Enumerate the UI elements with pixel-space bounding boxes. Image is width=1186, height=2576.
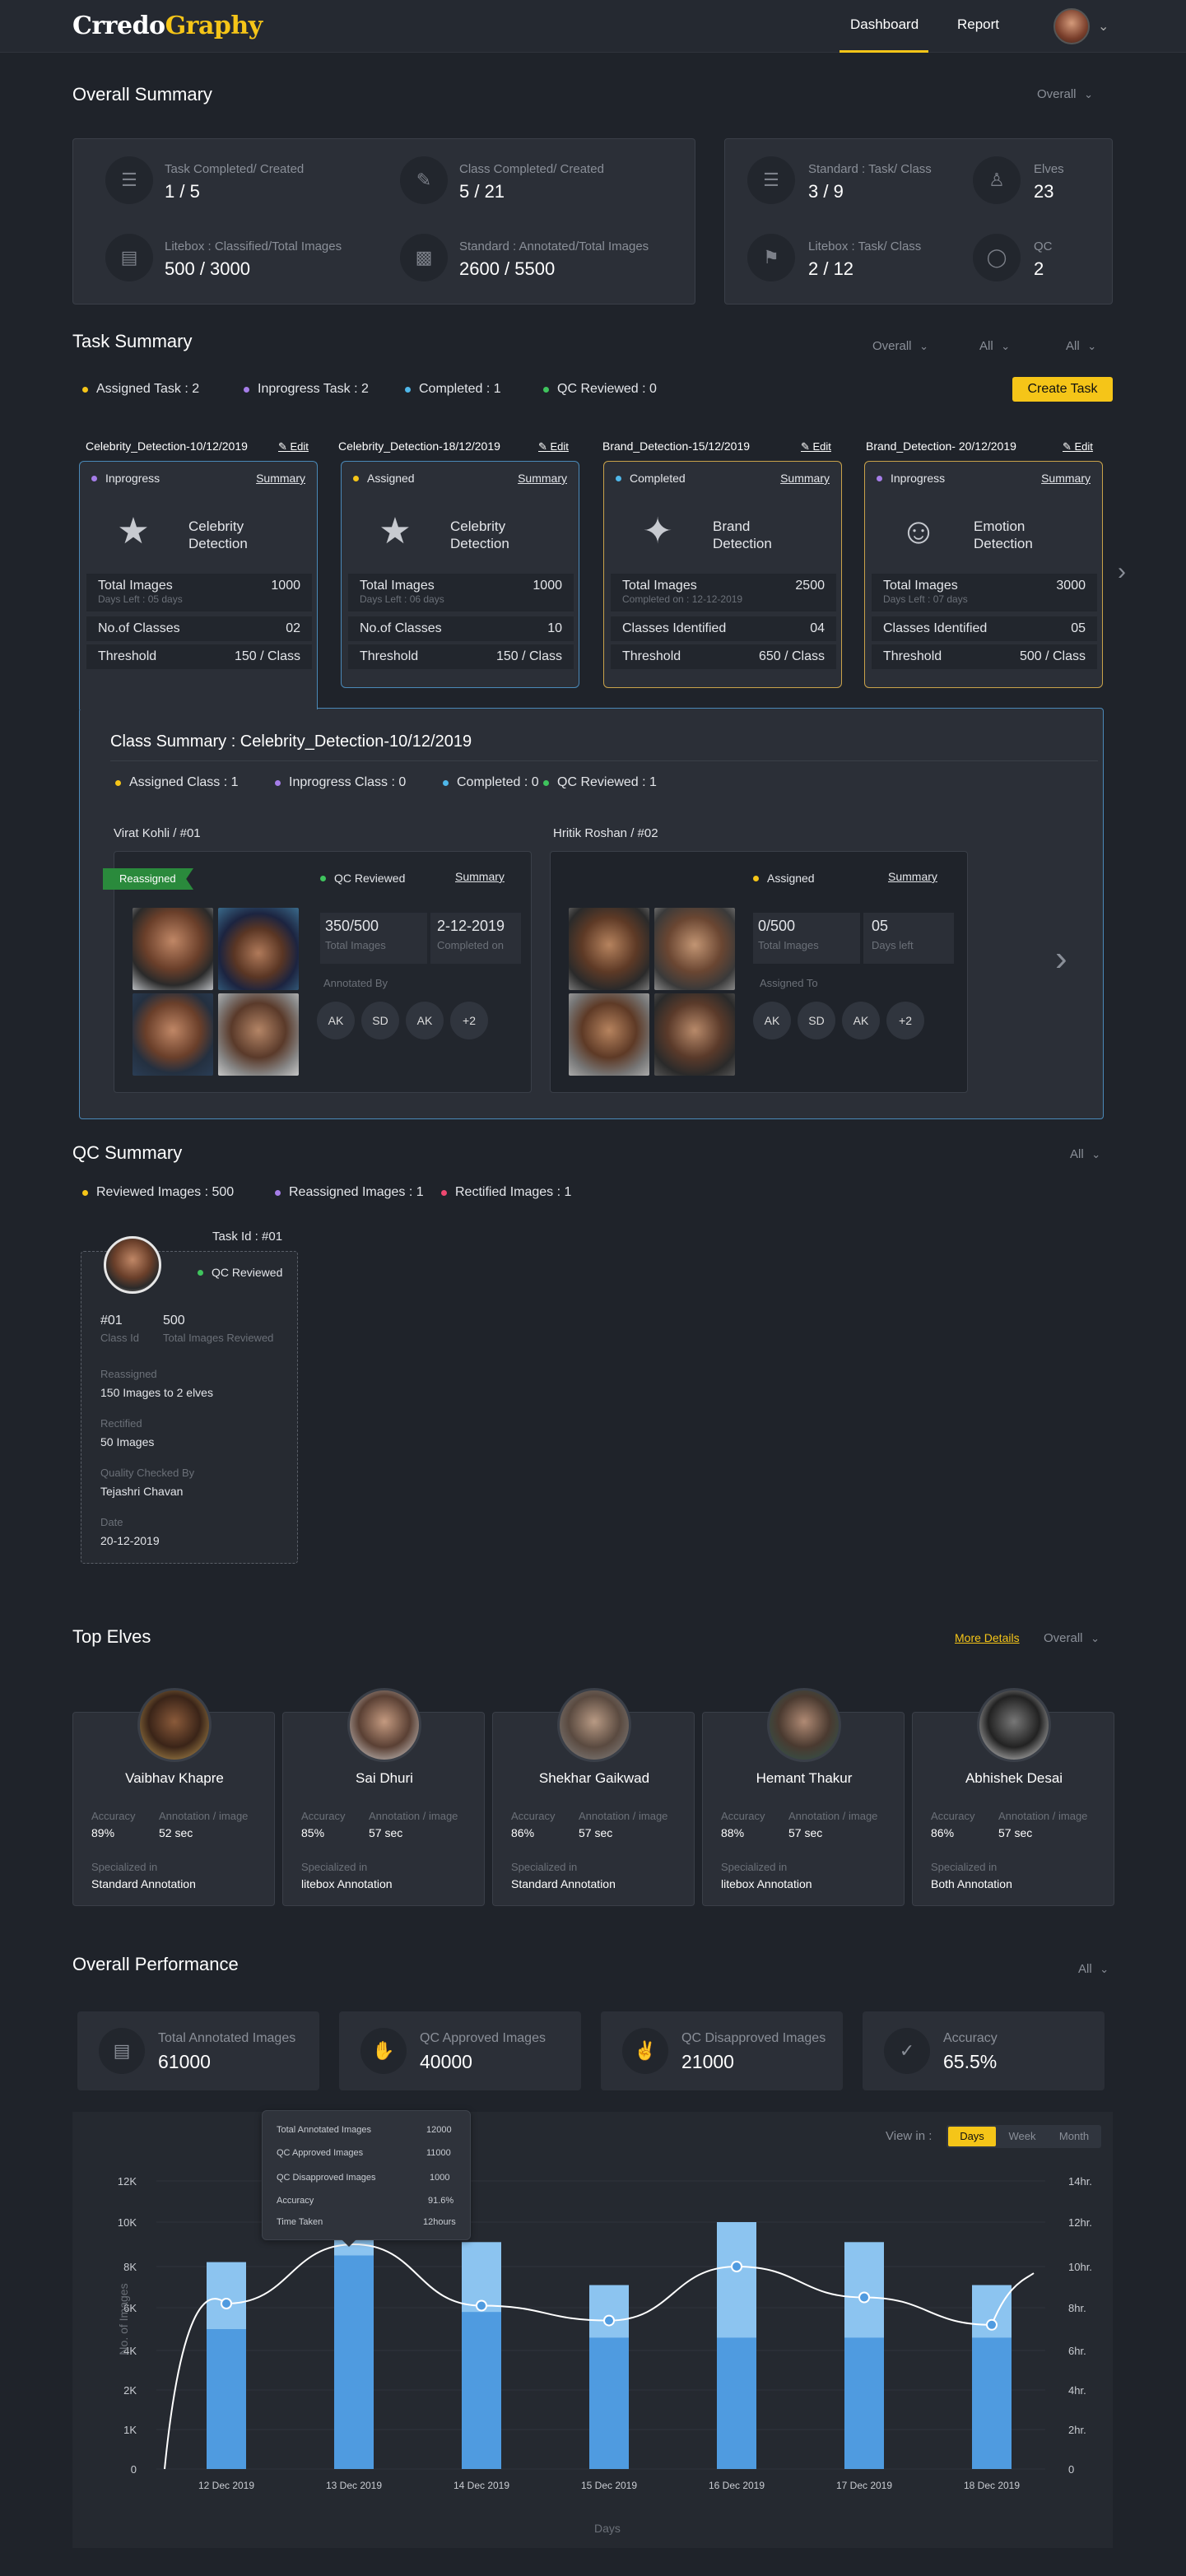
y-axis-title: No. of Images	[117, 2283, 130, 2355]
y-tick-label: 10K	[118, 2216, 137, 2229]
y-tick-label: 2K	[123, 2384, 137, 2397]
bar-lower	[207, 2329, 246, 2469]
line-point-inner	[860, 2293, 868, 2302]
y-tick-label: 0	[131, 2463, 137, 2476]
bar-lower	[844, 2337, 884, 2469]
x-tick-label: 17 Dec 2019	[836, 2480, 892, 2491]
y2-tick-label: 0	[1068, 2463, 1074, 2476]
line-point-inner	[477, 2301, 486, 2310]
tooltip-value: 11000	[426, 2148, 451, 2158]
x-tick-label: 14 Dec 2019	[453, 2480, 509, 2491]
x-tick-label: 16 Dec 2019	[709, 2480, 765, 2491]
x-tick-label: 12 Dec 2019	[198, 2480, 254, 2491]
y-tick-label: 1K	[123, 2424, 137, 2436]
y2-tick-label: 12hr.	[1068, 2216, 1092, 2229]
bar-lower	[589, 2337, 629, 2469]
line-point-inner	[733, 2262, 741, 2271]
tooltip-label: QC Approved Images	[277, 2148, 364, 2158]
tooltip-value: 12hours	[423, 2217, 456, 2227]
x-axis-title: Days	[594, 2522, 621, 2535]
y2-tick-label: 6hr.	[1068, 2345, 1086, 2357]
y2-tick-label: 2hr.	[1068, 2424, 1086, 2436]
tooltip-arrow	[341, 2239, 357, 2247]
tooltip-label: QC Disapproved Images	[277, 2173, 376, 2183]
bar-lower	[334, 2255, 374, 2469]
tooltip-value: 1000	[430, 2173, 450, 2183]
y2-tick-label: 8hr.	[1068, 2302, 1086, 2314]
line-point-inner	[605, 2316, 613, 2325]
tooltip-value: 12000	[426, 2125, 452, 2135]
y2-tick-label: 4hr.	[1068, 2384, 1086, 2397]
bar-lower	[972, 2337, 1012, 2469]
bar-lower	[462, 2312, 501, 2469]
x-tick-label: 13 Dec 2019	[326, 2480, 382, 2491]
x-tick-label: 18 Dec 2019	[964, 2480, 1020, 2491]
y2-tick-label: 10hr.	[1068, 2261, 1092, 2273]
y2-tick-label: 14hr.	[1068, 2175, 1092, 2188]
tooltip-label: Accuracy	[277, 2196, 314, 2206]
line-point-inner	[222, 2299, 230, 2308]
performance-chart: 01K2K4K6K8K10K12K02hr.4hr.6hr.8hr.10hr.1…	[118, 2175, 1092, 2491]
tooltip-label: Time Taken	[277, 2217, 323, 2227]
tooltip-value: 91.6%	[428, 2196, 454, 2206]
tooltip-label: Total Annotated Images	[277, 2125, 371, 2135]
line-point-inner	[988, 2320, 996, 2329]
y-tick-label: 12K	[118, 2175, 137, 2188]
x-tick-label: 15 Dec 2019	[581, 2480, 637, 2491]
bar-lower	[717, 2337, 756, 2469]
